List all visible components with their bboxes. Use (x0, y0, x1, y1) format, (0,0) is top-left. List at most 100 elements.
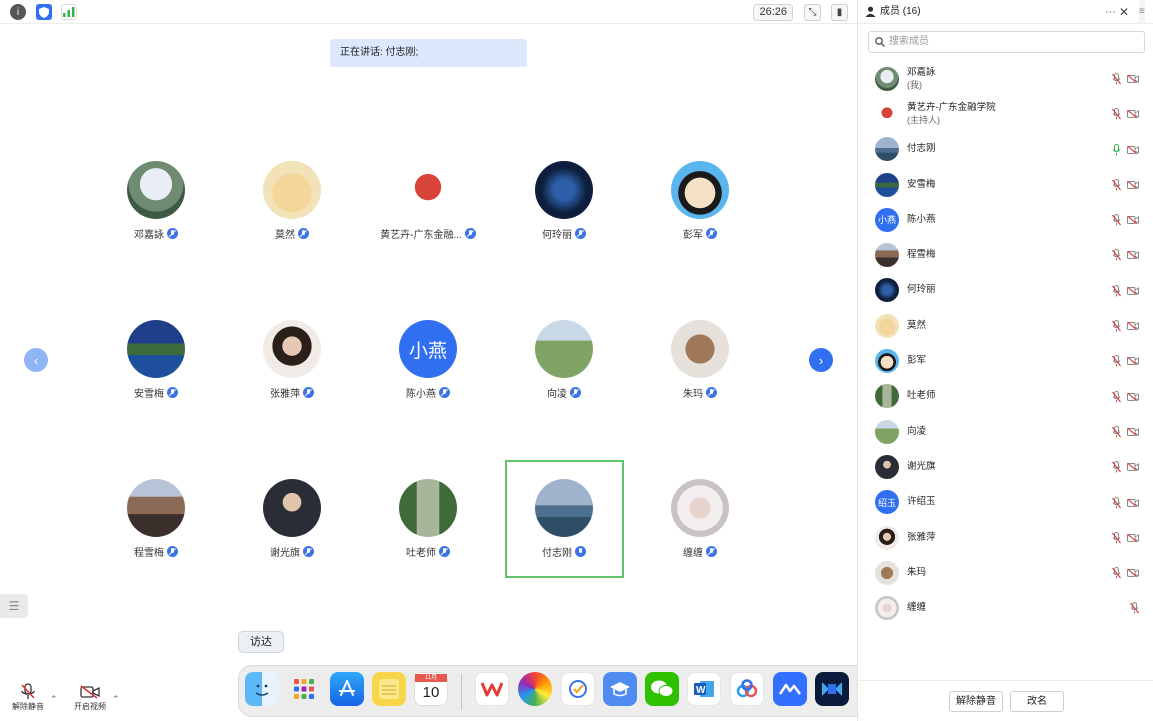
participant-name-row: 吐老师 (406, 544, 450, 559)
video-options-chevron-icon[interactable]: ⌃ (112, 694, 120, 705)
participant-tile[interactable]: 莫然 (233, 161, 351, 279)
list-view-icon[interactable]: ☰ (0, 594, 28, 618)
participant-tile[interactable]: 安雪梅 (97, 320, 215, 438)
camera-off-icon[interactable] (1127, 145, 1139, 154)
notes-icon[interactable] (372, 672, 406, 706)
participant-tile[interactable]: 彭军 (641, 161, 759, 279)
prev-page-button[interactable]: ‹ (24, 348, 48, 372)
mic-muted-icon[interactable] (1112, 390, 1121, 403)
participant-name-row: 程雪梅 (134, 544, 178, 559)
mic-muted-icon[interactable] (1112, 249, 1121, 261)
camera-off-icon[interactable] (1127, 180, 1139, 189)
participant-tile[interactable]: 吐老师 (369, 479, 487, 597)
camera-off-icon[interactable] (1127, 216, 1139, 225)
unmute-button[interactable]: 解除静音 (12, 683, 44, 712)
participant-tile[interactable]: 黄艺卉-广东金融... (369, 161, 487, 279)
calendar-month: 11月 (415, 674, 447, 682)
member-row[interactable]: 彭军 (858, 343, 1153, 378)
member-row[interactable]: 小燕 陈小燕 (858, 202, 1153, 237)
info-icon[interactable]: i (10, 4, 26, 20)
camera-off-icon[interactable] (1127, 427, 1139, 436)
mic-muted-icon[interactable] (1112, 108, 1121, 120)
member-row[interactable]: 吐老师 (858, 379, 1153, 414)
signal-icon[interactable] (61, 4, 77, 20)
audio-options-chevron-icon[interactable]: ⌃ (50, 694, 58, 705)
member-row[interactable]: 邓嘉詠 (我) (858, 61, 1153, 96)
participant-tile[interactable]: 缠缠 (641, 479, 759, 597)
start-video-button[interactable]: 开启视频 (74, 685, 106, 712)
mic-muted-icon[interactable] (1112, 461, 1121, 473)
mic-muted-icon[interactable] (1112, 567, 1121, 579)
mic-muted-icon[interactable] (1112, 73, 1121, 85)
participant-tile[interactable]: 程雪梅 (97, 479, 215, 597)
member-search-input[interactable]: 搜索成员 (868, 31, 1145, 53)
word-icon[interactable]: W (687, 672, 721, 706)
camera-off-icon[interactable] (1127, 110, 1139, 119)
camera-off-icon[interactable] (1127, 498, 1139, 507)
participant-tile[interactable]: 张雅萍 (233, 320, 351, 438)
classroom-icon[interactable] (603, 672, 637, 706)
member-row[interactable]: 向凌 (858, 414, 1153, 449)
camera-off-icon[interactable] (1127, 322, 1139, 331)
mic-muted-icon[interactable] (1130, 602, 1139, 614)
mic-muted-icon[interactable] (1112, 284, 1121, 297)
finder-icon[interactable] (245, 672, 279, 706)
participant-tile[interactable]: 谢光旗 (233, 479, 351, 597)
member-row[interactable]: 张雅萍 (858, 520, 1153, 555)
member-row[interactable]: 黄艺卉-广东金融学院 (主持人) (858, 96, 1153, 131)
member-row[interactable]: 莫然 (858, 308, 1153, 343)
unmute-self-button[interactable]: 解除静音 (949, 691, 1003, 712)
voov-icon[interactable] (815, 672, 849, 706)
camera-off-icon[interactable] (1127, 533, 1139, 542)
participant-tile[interactable]: 小燕 陈小燕 (369, 320, 487, 438)
baidu-netdisk-icon[interactable] (730, 672, 764, 706)
camera-off-icon[interactable] (1127, 569, 1139, 578)
more-options-icon[interactable]: ··· (1105, 0, 1116, 24)
shield-icon[interactable] (36, 4, 52, 20)
participant-tile[interactable]: 向凌 (505, 320, 623, 438)
participant-tile[interactable]: 何玲丽 (505, 161, 623, 279)
rename-button[interactable]: 改名 (1010, 691, 1064, 712)
member-row[interactable]: 朱玛 (858, 555, 1153, 590)
camera-off-icon[interactable] (1127, 75, 1139, 83)
member-row[interactable]: 程雪梅 (858, 237, 1153, 272)
member-avatar (875, 596, 899, 621)
close-panel-icon[interactable]: ✕ (1119, 0, 1129, 24)
wps-icon[interactable] (475, 672, 509, 706)
camera-off-icon[interactable] (1127, 251, 1139, 260)
mic-muted-icon[interactable] (1112, 496, 1121, 509)
member-row[interactable]: 何玲丽 (858, 273, 1153, 308)
camera-off-icon[interactable] (1127, 463, 1139, 472)
mic-muted-icon[interactable] (1112, 320, 1121, 332)
camera-off-icon[interactable] (1127, 392, 1139, 401)
mic-muted-icon[interactable] (1112, 531, 1121, 544)
member-name: 何玲丽 (907, 284, 936, 296)
participant-avatar (127, 161, 185, 219)
launchpad-icon[interactable] (287, 672, 321, 706)
mic-muted-icon[interactable] (1112, 355, 1121, 367)
participant-avatar (263, 479, 321, 537)
mic-muted-icon[interactable] (1112, 178, 1121, 191)
member-row[interactable]: 谢光旗 (858, 449, 1153, 484)
participant-tile[interactable]: 朱玛 (641, 320, 759, 438)
participant-tile[interactable]: 邓嘉詠 (97, 161, 215, 279)
member-row[interactable]: 绍玉 许绍玉 (858, 485, 1153, 520)
mic-muted-icon[interactable] (1112, 425, 1121, 438)
camera-off-icon[interactable] (1127, 357, 1139, 366)
mic-muted-icon[interactable] (1112, 214, 1121, 226)
exit-fullscreen-icon[interactable]: ⤡ (804, 4, 821, 21)
member-row[interactable]: 缠缠 (858, 590, 1153, 625)
next-page-button[interactable]: › (809, 348, 833, 372)
lark-icon[interactable] (773, 672, 807, 706)
layout-toggle-icon[interactable]: ▮ (831, 4, 848, 21)
member-row[interactable]: 安雪梅 (858, 167, 1153, 202)
member-row[interactable]: 付志刚 (858, 132, 1153, 167)
app-store-icon[interactable] (330, 672, 364, 706)
mic-active-icon[interactable] (1112, 143, 1121, 156)
wechat-icon[interactable] (645, 672, 679, 706)
panel-menu-icon[interactable]: ≡ (1139, 0, 1145, 24)
tasks-icon[interactable] (561, 672, 595, 706)
photos-icon[interactable] (518, 672, 552, 706)
calendar-icon[interactable]: 11月 10 (414, 672, 448, 706)
camera-off-icon[interactable] (1127, 286, 1139, 295)
